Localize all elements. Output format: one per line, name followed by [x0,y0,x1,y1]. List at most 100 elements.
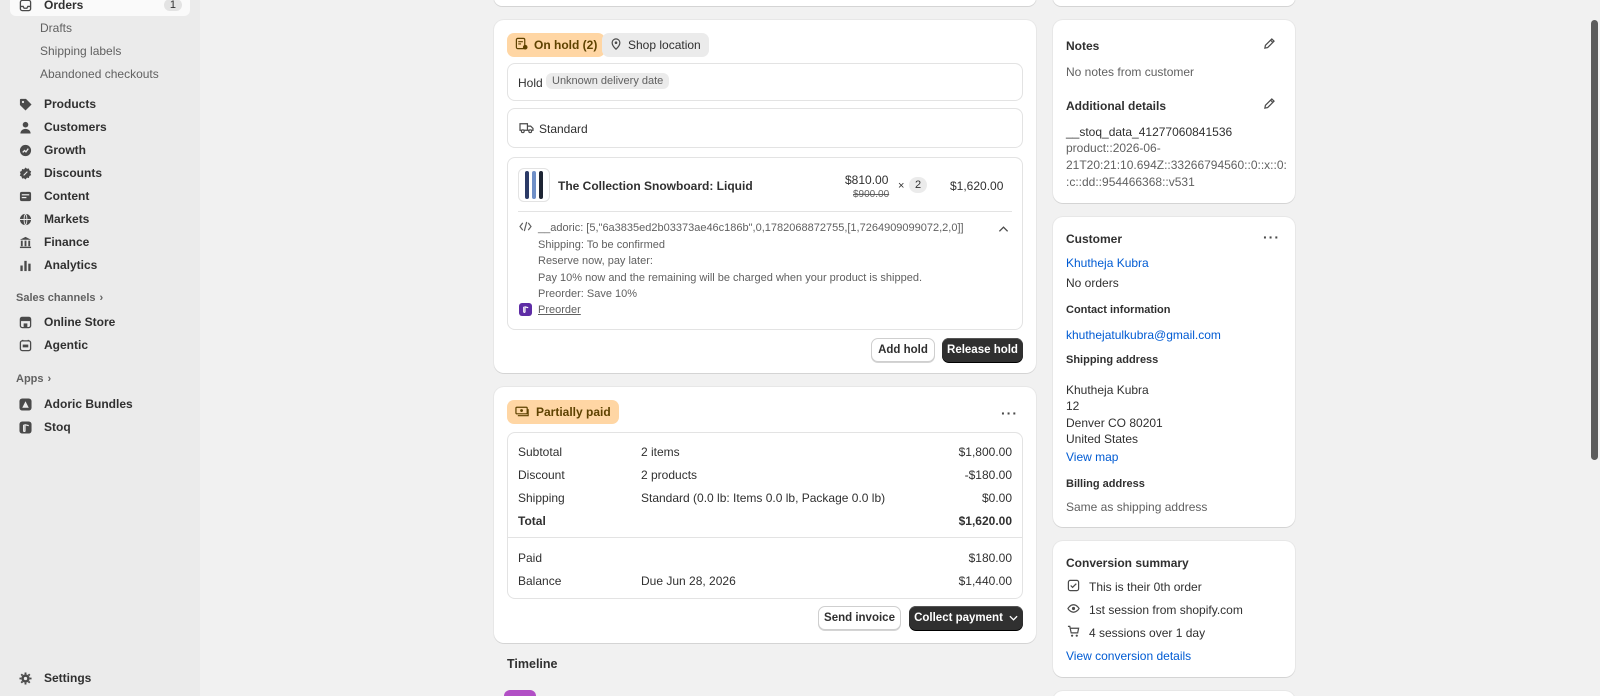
balance-label: Balance [518,574,562,588]
view-map-link[interactable]: View map [1066,450,1118,464]
additional-detail-value-line: :c::dd::954466368::v531 [1066,175,1195,189]
customer-orders-count: No orders [1066,276,1119,290]
sidebar-item-markets[interactable]: Markets [10,208,190,230]
sidebar: Orders 1 Drafts Shipping labels Abandone… [0,0,200,696]
next-side-card [1053,691,1295,696]
sidebar-item-content[interactable]: Content [10,185,190,207]
property-line: Shipping: To be confirmed [538,239,665,251]
partially-paid-label: Partially paid [536,405,611,419]
chevron-right-icon: › [99,292,104,304]
product-price: $810.00 [845,173,889,187]
more-options-icon[interactable]: ··· [1263,229,1280,245]
sidebar-item-online-store[interactable]: Online Store [10,311,190,333]
sidebar-item-products[interactable]: Products [10,93,190,115]
apps-label: Apps [16,373,44,385]
page-scrollbar[interactable] [1588,0,1600,696]
hold-icon [515,37,528,53]
code-icon [519,221,532,235]
cart-icon [1067,625,1080,641]
hold-label: Hold [518,76,543,90]
notes-title: Notes [1066,39,1100,53]
discount-amount: -$180.00 [964,468,1012,482]
sidebar-item-settings[interactable]: Settings [10,667,190,689]
fulfillment-hold-card: On hold (2) Shop location Hold Unknown d… [494,20,1036,373]
shipping-label: Shipping [518,491,565,505]
property-line: Reserve now, pay later: [538,255,653,267]
previous-side-card [1053,0,1295,6]
sidebar-item-label: Growth [44,143,86,157]
shipping-method-box: Standard [507,108,1023,148]
tag-icon [18,97,32,111]
shipping-desc: Standard (0.0 lb: Items 0.0 lb, Package … [641,491,886,505]
sidebar-item-growth[interactable]: Growth [10,139,190,161]
add-hold-button[interactable]: Add hold [871,338,935,362]
contact-info-title: Contact information [1066,304,1171,316]
sidebar-item-orders[interactable]: Orders 1 [10,0,190,16]
sidebar-sub-abandoned-checkouts[interactable]: Abandoned checkouts [40,67,159,81]
payment-summary-box: Subtotal 2 items $1,800.00 Discount 2 pr… [507,432,1023,599]
view-conversion-details-link[interactable]: View conversion details [1066,649,1191,663]
scrollbar-thumb[interactable] [1591,20,1598,460]
product-thumbnail[interactable] [518,168,550,202]
chevron-up-icon[interactable] [998,222,1009,236]
sidebar-item-label: Markets [44,212,90,226]
edit-notes-icon[interactable] [1263,37,1276,53]
sidebar-sub-shipping-labels[interactable]: Shipping labels [40,44,121,58]
edit-additional-details-icon[interactable] [1263,97,1276,113]
customer-name-link[interactable]: Khutheja Kubra [1066,256,1149,270]
sidebar-item-analytics[interactable]: Analytics [10,254,190,276]
product-original-price: $900.00 [853,189,890,200]
payment-card: Partially paid ··· Subtotal 2 items $1,8… [494,387,1036,643]
sidebar-item-label: Settings [44,671,92,685]
person-icon [18,120,32,134]
stoq-icon [18,420,32,434]
sidebar-item-discounts[interactable]: Discounts [10,162,190,184]
order-icon [1067,579,1080,595]
sidebar-item-agentic[interactable]: Agentic [10,334,190,356]
sidebar-item-adoric-bundles[interactable]: Adoric Bundles [10,393,190,415]
times-sign: × [898,180,905,192]
sidebar-item-label: Orders [44,0,84,12]
timeline-title: Timeline [507,657,558,671]
discount-icon [18,166,32,180]
sidebar-sub-drafts[interactable]: Drafts [40,21,72,35]
location-badge: Shop location [602,33,709,57]
sidebar-item-customers[interactable]: Customers [10,116,190,138]
billing-address-title: Billing address [1066,478,1145,490]
sidebar-item-label: Customers [44,120,107,134]
address-line: Denver CO 80201 [1066,416,1163,430]
sales-channels-heading[interactable]: Sales channels › [16,292,103,304]
sidebar-item-label: Agentic [44,338,89,352]
shipping-address-title: Shipping address [1066,354,1159,366]
conversion-item-text: 4 sessions over 1 day [1089,626,1206,640]
on-hold-badge: On hold (2) [507,33,606,57]
balance-amount: $1,440.00 [958,574,1012,588]
conversion-item-text: 1st session from shopify.com [1089,603,1243,617]
line-items-box: The Collection Snowboard: Liquid $810.00… [507,157,1023,330]
sidebar-item-label: Discounts [44,166,103,180]
customer-email-link[interactable]: khuthejatulkubra@gmail.com [1066,328,1221,342]
apps-heading[interactable]: Apps › [16,373,51,385]
discount-desc: 2 products [641,468,698,482]
preorder-link[interactable]: Preorder [538,304,581,316]
collect-payment-button[interactable]: Collect payment [909,606,1023,630]
location-pin-icon [610,37,622,53]
sidebar-item-finance[interactable]: Finance [10,231,190,253]
paid-amount: $180.00 [968,551,1012,565]
product-name-link[interactable]: The Collection Snowboard: Liquid [558,179,753,193]
subtotal-desc: 2 items [641,445,680,459]
sales-channels-label: Sales channels [16,292,96,304]
address-line: United States [1066,432,1139,446]
content-icon [18,189,32,203]
send-invoice-button[interactable]: Send invoice [818,606,901,630]
more-options-icon[interactable]: ··· [1001,405,1018,421]
sidebar-item-stoq[interactable]: Stoq [10,416,190,438]
release-hold-button[interactable]: Release hold [942,338,1023,362]
hold-reason-box: Hold Unknown delivery date [507,63,1023,101]
additional-detail-value-line: 21T20:21:10.694Z::33266794560::0::x::0: [1066,158,1287,172]
timeline-avatar [504,690,536,696]
chevron-right-icon: › [47,373,52,385]
billing-address-text: Same as shipping address [1066,500,1208,514]
balance-due-date: Due Jun 28, 2026 [641,574,736,588]
divider [518,211,1012,212]
